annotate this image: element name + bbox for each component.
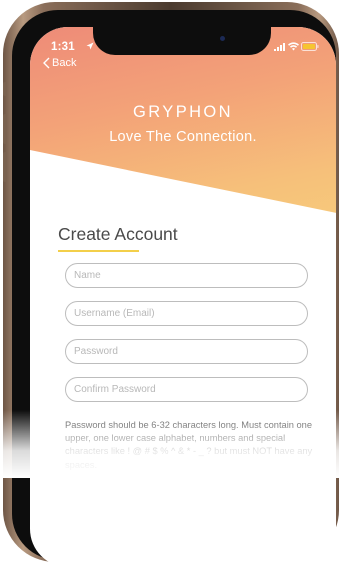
wifi-icon xyxy=(288,42,299,51)
password-field[interactable] xyxy=(65,339,308,364)
phone-bezel-outer: 1:31 Back GRYPHON Love The Connection. C… xyxy=(3,2,339,567)
mute-switch xyxy=(3,82,7,96)
brand-tagline: Love The Connection. xyxy=(109,129,257,145)
location-arrow-icon xyxy=(86,42,94,50)
back-button[interactable]: Back xyxy=(43,57,76,69)
cellular-signal-icon xyxy=(274,43,285,51)
battery-icon xyxy=(301,42,319,51)
title-underline xyxy=(58,250,139,252)
volume-up-button xyxy=(3,114,7,144)
brand-logo-text: GRYPHON xyxy=(133,103,233,121)
page-title: Create Account xyxy=(58,224,178,244)
chevron-left-icon xyxy=(43,57,50,69)
password-requirements-text: Password should be 6-32 characters long.… xyxy=(65,420,313,470)
notch xyxy=(93,27,271,55)
confirm-password-field[interactable] xyxy=(65,377,308,402)
username-email-field[interactable] xyxy=(65,301,308,326)
back-button-label: Back xyxy=(52,57,77,69)
front-camera-icon xyxy=(220,36,225,41)
status-time: 1:31 xyxy=(51,41,75,53)
volume-down-button xyxy=(3,152,7,182)
app-screen: 1:31 Back GRYPHON Love The Connection. C… xyxy=(30,27,336,567)
name-field[interactable] xyxy=(65,263,308,288)
